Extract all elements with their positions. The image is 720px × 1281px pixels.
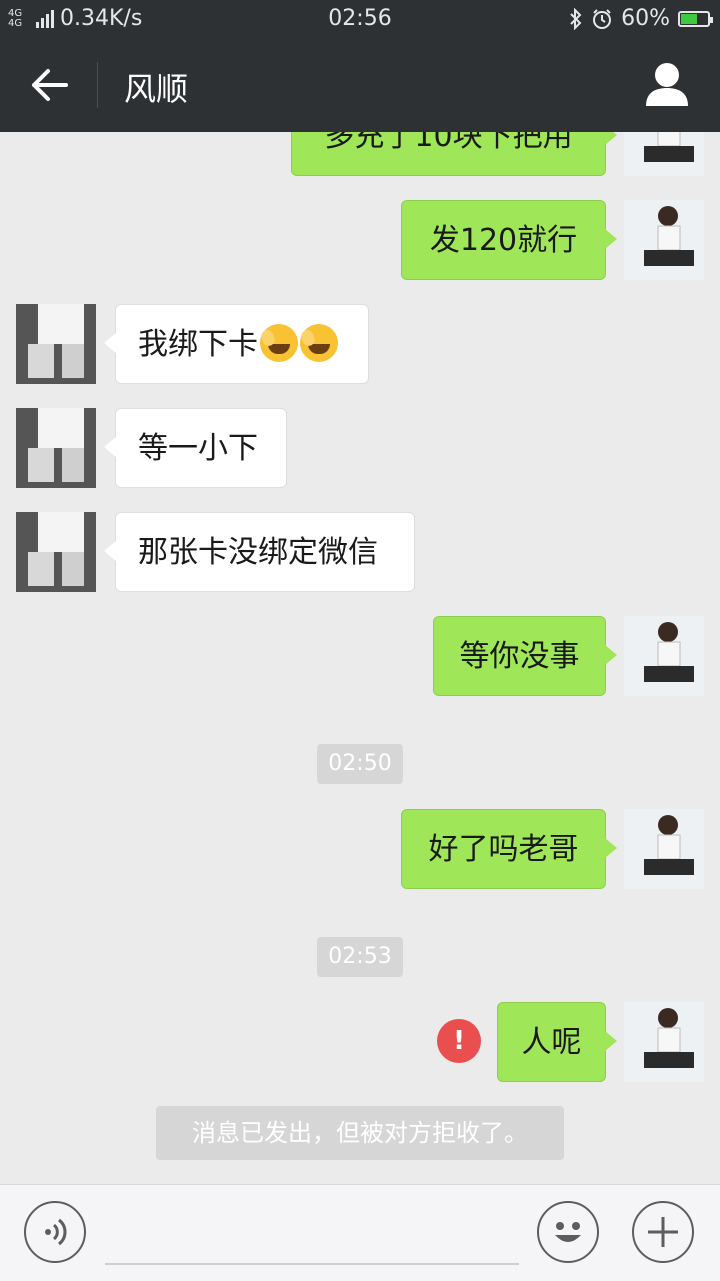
voice-button[interactable] [24, 1201, 86, 1263]
status-right: 60% [569, 6, 713, 31]
avatar-image [624, 809, 704, 889]
contact-avatar[interactable] [16, 512, 96, 592]
status-bar: 4G 4G 0.34K/s 02:56 60% [0, 0, 720, 38]
message-text: 我绑下卡 [138, 327, 258, 362]
profile-button[interactable] [642, 58, 692, 112]
bluetooth-icon [570, 7, 582, 30]
emoji-icon [300, 323, 338, 362]
message-text: 好了吗老哥 [428, 832, 579, 867]
message-bubble[interactable]: 等你没事 [433, 616, 617, 696]
contact-avatar[interactable] [16, 304, 96, 384]
plus-button[interactable] [632, 1201, 694, 1263]
avatar-image [16, 512, 96, 592]
contact-avatar[interactable] [16, 408, 96, 488]
chat-title: 风顺 [124, 70, 189, 108]
message-text: 发120就行 [429, 223, 578, 258]
message-text: 等你没事 [459, 639, 580, 674]
title-bar: 风顺 [0, 38, 720, 132]
my-avatar[interactable] [624, 616, 704, 696]
message-bubble[interactable]: 等一小下 [104, 408, 287, 488]
message-bubble[interactable]: 人呢 [497, 1002, 617, 1082]
avatar-image [624, 1002, 704, 1082]
message-bubble[interactable]: 好了吗老哥 [401, 809, 617, 889]
system-notice: 消息已发出，但被对方拒收了。 [156, 1106, 564, 1160]
message-bubble[interactable]: 我绑下卡 [104, 304, 369, 384]
alarm-icon [593, 8, 612, 29]
title-divider [97, 62, 98, 108]
message-text: 等一小下 [138, 431, 258, 466]
voice-icon [45, 1218, 67, 1246]
arrow-left-icon [32, 69, 68, 101]
message-bubble[interactable]: 那张卡没绑定微信 [104, 512, 415, 592]
timestamp: 02:53 [317, 937, 403, 977]
message-text: 多充了10块下把用 [324, 132, 573, 154]
avatar-image [624, 132, 704, 176]
message-text: 人呢 [521, 1025, 582, 1060]
message-bubble[interactable]: 发120就行 [401, 200, 617, 280]
emoji-icon [555, 1222, 581, 1242]
my-avatar[interactable] [624, 132, 704, 176]
message-bubble[interactable]: 多充了10块下把用 [291, 132, 617, 176]
message-input[interactable] [105, 1263, 519, 1265]
battery-percent: 60% [621, 6, 670, 31]
back-button[interactable] [20, 58, 78, 112]
chat-area[interactable]: 多充了10块下把用 发120就行 我绑下卡 等一小下 那张卡没绑定微信 等你没事… [0, 132, 720, 1184]
battery-icon [678, 10, 713, 27]
timestamp: 02:50 [317, 744, 403, 784]
message-text: 那张卡没绑定微信 [138, 535, 378, 570]
my-avatar[interactable] [624, 1002, 704, 1082]
input-bar [0, 1184, 720, 1281]
send-failed-icon[interactable]: ! [437, 1019, 481, 1063]
avatar-image [624, 200, 704, 280]
avatar-image [16, 304, 96, 384]
emoji-icon [260, 323, 298, 362]
avatar-image [624, 616, 704, 696]
my-avatar[interactable] [624, 809, 704, 889]
plus-icon [648, 1217, 678, 1247]
person-icon [646, 63, 688, 106]
battery-fill [681, 13, 697, 24]
emoji-button[interactable] [537, 1201, 599, 1263]
my-avatar[interactable] [624, 200, 704, 280]
avatar-image [16, 408, 96, 488]
